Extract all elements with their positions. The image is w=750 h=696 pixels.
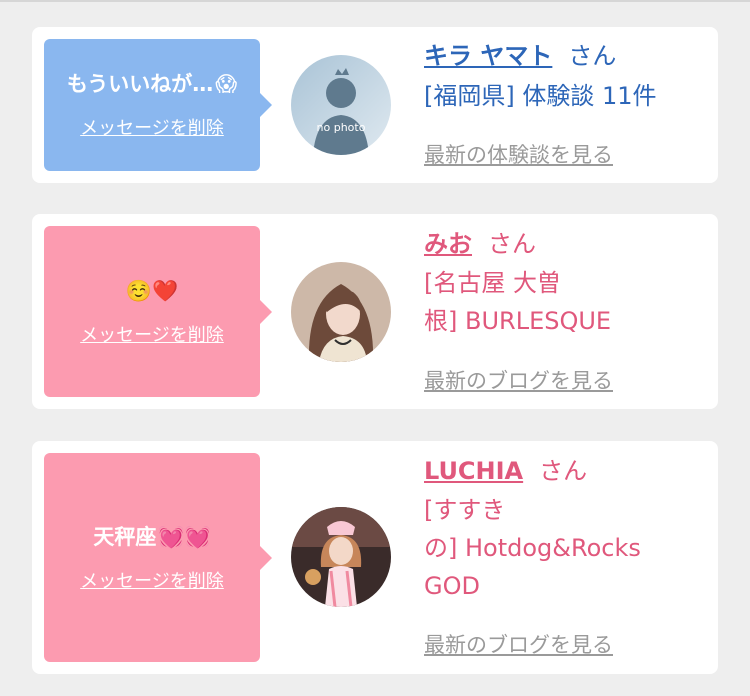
message-card: ☺️❤️ メッセージを削除 みお さん [名古屋 大曽 根] BURLESQUE … [32,214,718,409]
message-bubble: 天秤座 💓💓 メッセージを削除 [44,453,272,662]
message-text: もういいねが… 😱 [67,70,237,98]
detail-line: [すすき [424,496,506,524]
scream-emoji-icon: 😱 [215,72,238,96]
profile-name-link[interactable]: みお [424,230,472,258]
profile-detail: [福岡県] 体験談 11件 [424,82,657,110]
no-photo-avatar-icon [291,55,391,155]
delete-message-link[interactable]: メッセージを削除 [80,567,224,593]
avatar[interactable]: no photo [291,55,391,155]
profile-name-link[interactable]: キラ ヤマト [424,42,552,70]
message-body: 天秤座 [93,524,157,549]
avatar[interactable] [291,262,391,362]
profile-name-link[interactable]: LUCHIA [424,457,523,485]
latest-post-link[interactable]: 最新の体験談を見る [424,139,613,169]
detail-line: の] Hotdog&Rocks [424,534,641,562]
honorific: さん [568,42,617,70]
profile-info: みお さん [名古屋 大曽 根] BURLESQUE [424,228,704,340]
honorific: さん [488,230,536,258]
profile-detail: [名古屋 大曽 根] BURLESQUE [424,264,704,340]
latest-post-link[interactable]: 最新のブログを見る [424,365,613,395]
profile-photo-icon [291,507,391,607]
message-bubble: ☺️❤️ メッセージを削除 [44,226,272,397]
honorific: さん [539,457,588,485]
latest-post-link[interactable]: 最新のブログを見る [424,629,613,659]
profile-photo-icon [291,262,391,362]
profile-detail: [すすき の] Hotdog&Rocks GOD [424,491,704,605]
delete-message-link[interactable]: メッセージを削除 [80,114,224,140]
delete-message-link[interactable]: メッセージを削除 [80,321,224,347]
message-text: 天秤座 💓💓 [93,523,210,551]
message-body: もういいねが… [66,72,214,96]
detail-line: GOD [424,572,480,600]
smile-heart-emoji-icon: ☺️❤️ [125,278,179,303]
detail-line: [名古屋 大曽 [424,269,561,297]
detail-line: 根] BURLESQUE [424,307,612,335]
profile-info: キラ ヤマト さん [福岡県] 体験談 11件 [424,40,704,115]
message-bubble: もういいねが… 😱 メッセージを削除 [44,39,272,171]
avatar[interactable] [291,507,391,607]
no-photo-label: no photo [316,121,366,134]
message-text: ☺️❤️ [126,277,178,305]
message-card: もういいねが… 😱 メッセージを削除 no photo キラ ヤマト さん [福岡県… [32,27,718,183]
heart-emoji-icon: 💓💓 [158,524,211,549]
top-divider [0,0,750,2]
profile-info: LUCHIA さん [すすき の] Hotdog&Rocks GOD [424,455,704,605]
message-card: 天秤座 💓💓 メッセージを削除 LUCHIA さん [すすき の] Hotdog&R… [32,441,718,674]
